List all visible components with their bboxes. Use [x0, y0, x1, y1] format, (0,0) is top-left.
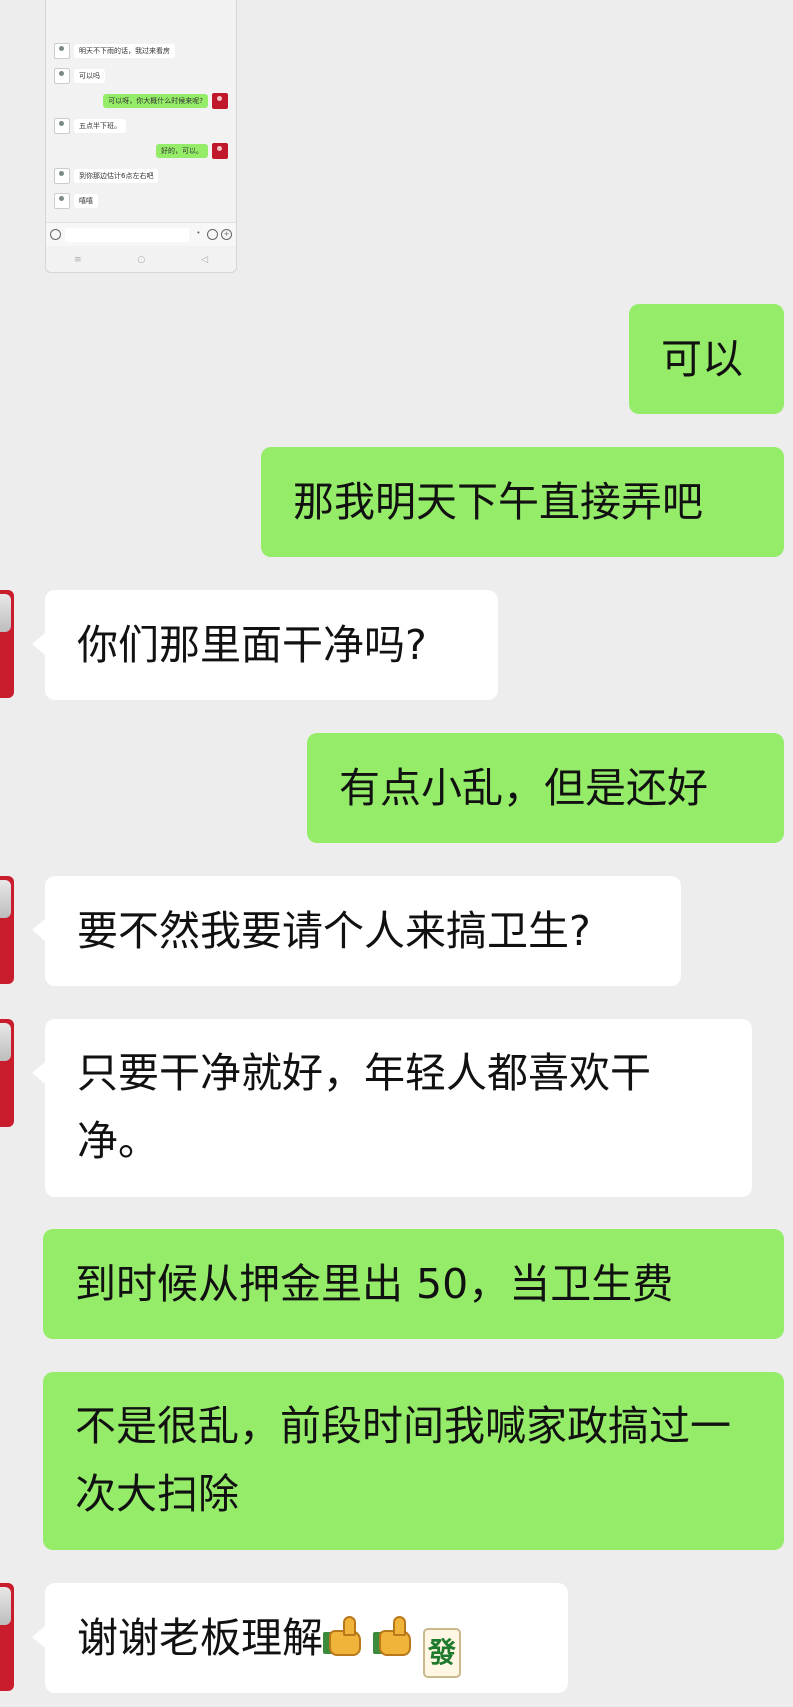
message-text: 到时候从押金里出 50，当卫生费	[75, 1260, 674, 1308]
message-text: 要不然我要请个人来搞卫生?	[77, 907, 591, 955]
bubble-tail	[32, 1626, 45, 1648]
thumb-message: 明天不下雨的话，我过来看房	[54, 42, 228, 60]
contact-avatar[interactable]	[0, 1583, 14, 1691]
thumb-message: 到你那边估计6点左右吧	[54, 167, 228, 185]
thumb-message: 好的，可以。	[54, 142, 228, 160]
contact-avatar[interactable]	[0, 590, 14, 698]
message-bubble-sent[interactable]: 不是很乱，前段时间我喊家政搞过一次大扫除	[43, 1372, 784, 1550]
thumb-nav-bar: ≡ ○ ◁	[46, 250, 236, 270]
avatar-man-icon	[54, 118, 70, 134]
thumb-message: 可以吗	[54, 67, 228, 85]
message-text: 你们那里面干净吗?	[77, 621, 427, 669]
message-text: 不是很乱，前段时间我喊家政搞过一次大扫除	[75, 1402, 731, 1518]
avatar-man-icon	[54, 168, 70, 184]
bubble-tail	[32, 633, 45, 655]
message-bubble-received[interactable]: 要不然我要请个人来搞卫生?	[45, 876, 681, 986]
bubble-tail	[32, 1062, 45, 1084]
message-bubble-sent[interactable]: 到时候从押金里出 50，当卫生费	[43, 1229, 784, 1339]
contact-avatar[interactable]	[0, 876, 14, 984]
avatar-red-icon	[212, 93, 228, 109]
thumb-input-bar: • +	[46, 222, 236, 246]
message-text: 那我明天下午直接弄吧	[293, 478, 703, 526]
plus-icon: +	[221, 229, 232, 240]
message-bubble-sent[interactable]: 可以	[629, 304, 784, 414]
thumb-bubble: 嘻嘻	[74, 194, 98, 208]
thumb-bubble: 好的，可以。	[156, 144, 208, 158]
mahjong-fa-emoji-icon: 發	[423, 1628, 461, 1678]
contact-avatar[interactable]	[0, 1019, 14, 1127]
message-text: 可以	[661, 335, 743, 383]
thumb-bubble: 五点半下班。	[74, 119, 126, 133]
thumb-message: 五点半下班。	[54, 117, 228, 135]
emoji-icon	[207, 229, 218, 240]
thumb-bubble: 到你那边估计6点左右吧	[74, 169, 159, 183]
avatar-man-icon	[54, 193, 70, 209]
message-text: 只要干净就好，年轻人都喜欢干净。	[77, 1049, 651, 1165]
back-icon: ◁	[201, 255, 209, 265]
thumb-input-field	[65, 227, 189, 242]
home-icon: ○	[137, 255, 146, 265]
image-message-thumbnail[interactable]: 明天不下雨的话，我过来看房 可以吗 可以呀，你大概什么时候来呢? 五点半下班。 …	[45, 0, 237, 273]
message-bubble-received[interactable]: 谢谢老板理解 發	[45, 1583, 568, 1693]
avatar-red-icon	[212, 143, 228, 159]
message-bubble-sent[interactable]: 有点小乱，但是还好	[307, 733, 784, 843]
message-text: 谢谢老板理解	[77, 1614, 323, 1662]
thumb-message: 嘻嘻	[54, 192, 228, 210]
mic-icon: •	[196, 229, 201, 237]
thumb-bubble: 可以呀，你大概什么时候来呢?	[103, 94, 208, 108]
thumb-bubble: 可以吗	[74, 69, 105, 83]
thumb-bubble: 明天不下雨的话，我过来看房	[74, 44, 175, 58]
message-text: 有点小乱，但是还好	[339, 764, 708, 812]
message-bubble-received[interactable]: 你们那里面干净吗?	[45, 590, 498, 700]
thumbs-up-emoji-icon	[373, 1614, 417, 1658]
avatar-man-icon	[54, 68, 70, 84]
thumbs-up-emoji-icon	[323, 1614, 367, 1658]
voice-icon	[50, 229, 61, 240]
bubble-tail	[32, 919, 45, 941]
avatar-man-icon	[54, 43, 70, 59]
menu-icon: ≡	[73, 255, 82, 265]
message-bubble-sent[interactable]: 那我明天下午直接弄吧	[261, 447, 784, 557]
thumb-message: 可以呀，你大概什么时候来呢?	[54, 92, 228, 110]
message-bubble-received[interactable]: 只要干净就好，年轻人都喜欢干净。	[45, 1019, 752, 1197]
